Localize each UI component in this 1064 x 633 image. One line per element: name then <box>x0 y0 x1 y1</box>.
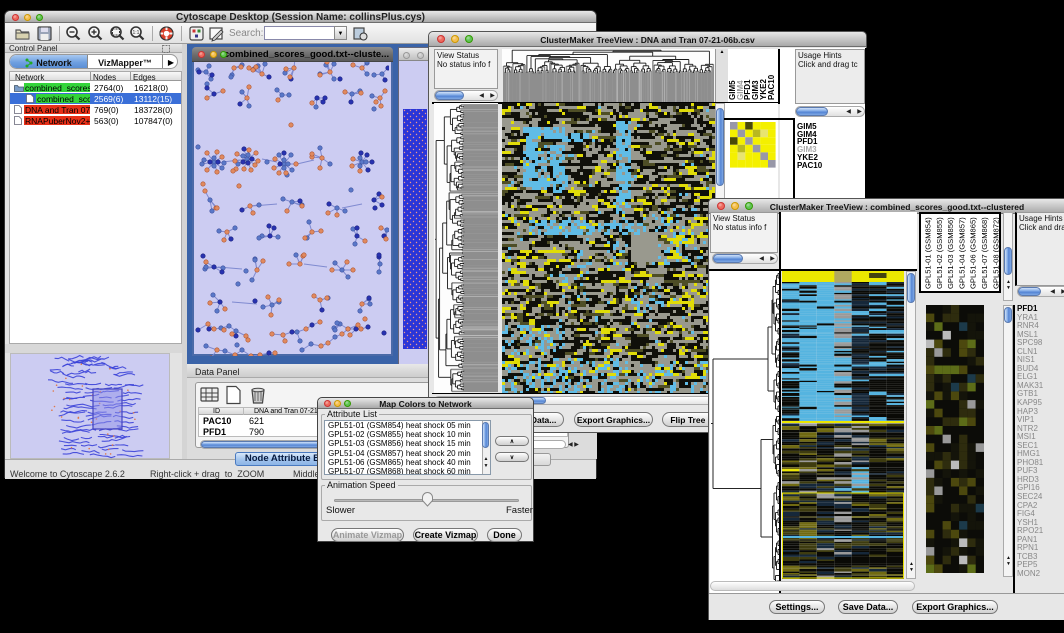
svg-text:GPL51-07 (GSM868): GPL51-07 (GSM868) <box>980 217 989 289</box>
svg-text:GPL51-01 (GSM854): GPL51-01 (GSM854) <box>924 217 933 289</box>
svg-text:GPL51-02 (GSM855): GPL51-02 (GSM855) <box>935 217 944 289</box>
svg-text:GPL51-03 (GSM856): GPL51-03 (GSM856) <box>946 217 955 289</box>
svg-text:GPL51-06 (GSM865): GPL51-06 (GSM865) <box>969 217 978 289</box>
svg-text:GPL51-04 (GSM857): GPL51-04 (GSM857) <box>957 217 966 289</box>
svg-text:1:1: 1:1 <box>133 30 140 36</box>
svg-text:GPL51-08 (GSM872): GPL51-08 (GSM872) <box>991 217 999 289</box>
